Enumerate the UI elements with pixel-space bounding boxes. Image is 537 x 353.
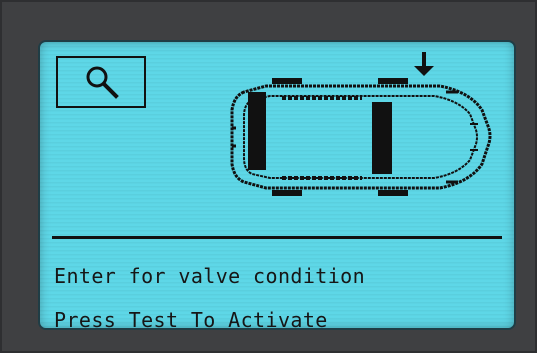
divider-line [52, 236, 502, 239]
search-icon [86, 66, 119, 99]
car-icon [230, 52, 492, 196]
down-arrow-icon [414, 52, 434, 76]
instruction-line-activate: Press Test To Activate [54, 308, 328, 330]
search-box[interactable] [56, 56, 146, 108]
lcd-display: Enter for valve condition Press Test To … [38, 40, 516, 330]
device-screen-frame: Enter for valve condition Press Test To … [0, 0, 537, 353]
instruction-line-valve-condition: Enter for valve condition [54, 264, 366, 288]
